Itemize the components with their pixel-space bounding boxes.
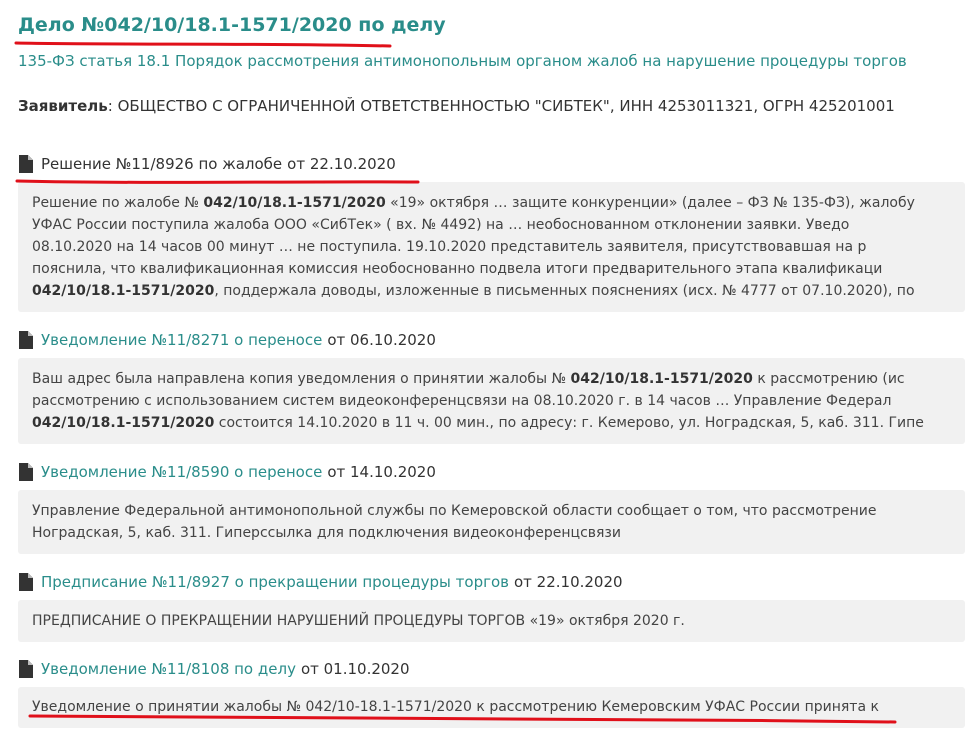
excerpt-text: УФАС России поступила жалоба ООО «СибТек…	[32, 217, 850, 233]
excerpt-text: рассмотрению с использованием систем вид…	[32, 393, 892, 409]
excerpt-text: Решение по жалобе №	[32, 195, 204, 211]
document-link[interactable]: Уведомление №11/8108 по делу	[41, 660, 296, 678]
excerpt-line: 08.10.2020 на 14 часов 00 минут … не пос…	[32, 236, 965, 258]
document-date: от 14.10.2020	[327, 463, 436, 481]
excerpt-text: к рассмотрению (ис	[752, 371, 905, 387]
excerpt-line: 042/10/18.1-1571/2020, поддержала доводы…	[32, 280, 965, 302]
excerpt-text: «19» октября … защите конкуренции» (дале…	[385, 195, 915, 211]
excerpt-text: Уведомление о принятии жалобы № 042/10-1…	[32, 699, 879, 715]
document-item: Уведомление №11/8108 по делу от 01.10.20…	[18, 658, 965, 728]
file-icon	[19, 660, 33, 678]
underline-case-title	[14, 41, 392, 48]
applicant-line: Заявитель: ОБЩЕСТВО С ОГРАНИЧЕННОЙ ОТВЕТ…	[18, 97, 965, 115]
excerpt-text: Ноградская, 5, каб. 311. Гиперссылка для…	[32, 525, 621, 541]
excerpt-line: Уведомление о принятии жалобы № 042/10-1…	[32, 696, 965, 718]
document-header: Уведомление №11/8590 о переносе от 14.10…	[18, 461, 965, 483]
excerpt-line: 042/10/18.1-1571/2020 состоится 14.10.20…	[32, 412, 965, 434]
document-excerpt: Управление Федеральной антимонопольной с…	[18, 490, 965, 554]
excerpt-text: пояснила, что квалификационная комиссия …	[32, 261, 883, 277]
document-item: Уведомление №11/8271 о переносе от 06.10…	[18, 329, 965, 444]
document-item: Решение №11/8926 по жалобе от 22.10.2020…	[18, 153, 965, 312]
document-date: от 01.10.2020	[300, 660, 410, 678]
document-link[interactable]: Предписание №11/8927 о прекращении проце…	[41, 573, 509, 591]
excerpt-case-number: 042/10/18.1-1571/2020	[203, 195, 386, 211]
excerpt-line: Управление Федеральной антимонопольной с…	[32, 500, 965, 522]
excerpt-text: состоится 14.10.2020 в 11 ч. 00 мин., по…	[214, 415, 924, 431]
case-title[interactable]: Дело №042/10/18.1-1571/2020 по делу	[18, 14, 446, 36]
file-icon	[19, 573, 33, 591]
case-title-link[interactable]: Дело №042/10/18.1-1571/2020 по делу	[18, 14, 446, 36]
excerpt-line: ПРЕДПИСАНИЕ О ПРЕКРАЩЕНИИ НАРУШЕНИЙ ПРОЦ…	[32, 610, 965, 632]
document-excerpt: Уведомление о принятии жалобы № 042/10-1…	[18, 687, 965, 728]
excerpt-text: ПРЕДПИСАНИЕ О ПРЕКРАЩЕНИИ НАРУШЕНИЙ ПРОЦ…	[32, 613, 685, 629]
document-header: Уведомление №11/8108 по делу от 01.10.20…	[18, 658, 965, 680]
file-icon	[19, 331, 33, 349]
excerpt-line: Решение по жалобе № 042/10/18.1-1571/202…	[32, 192, 965, 214]
document-header: Уведомление №11/8271 о переносе от 06.10…	[18, 329, 965, 351]
document-date: от 22.10.2020	[514, 573, 623, 591]
excerpt-text: Управление Федеральной антимонопольной с…	[32, 503, 877, 519]
excerpt-line: пояснила, что квалификационная комиссия …	[32, 258, 965, 280]
document-excerpt: Ваш адрес была направлена копия уведомле…	[18, 358, 965, 444]
document-header: Решение №11/8926 по жалобе от 22.10.2020	[18, 153, 965, 175]
document-excerpt: ПРЕДПИСАНИЕ О ПРЕКРАЩЕНИИ НАРУШЕНИЙ ПРОЦ…	[18, 600, 965, 642]
applicant-value: : ОБЩЕСТВО С ОГРАНИЧЕННОЙ ОТВЕТСТВЕННОСТ…	[107, 97, 895, 115]
document-date: от 06.10.2020	[327, 331, 436, 349]
excerpt-line: УФАС России поступила жалоба ООО «СибТек…	[32, 214, 965, 236]
document-excerpt: Решение по жалобе № 042/10/18.1-1571/202…	[18, 182, 965, 312]
excerpt-case-number: 042/10/18.1-1571/2020	[32, 283, 215, 299]
case-subtitle-link[interactable]: 135-ФЗ статья 18.1 Порядок рассмотрения …	[18, 52, 907, 70]
excerpt-text: 08.10.2020 на 14 часов 00 минут … не пос…	[32, 239, 867, 255]
excerpt-line: Ноградская, 5, каб. 311. Гиперссылка для…	[32, 522, 965, 544]
file-icon	[19, 463, 33, 481]
file-icon	[19, 155, 33, 173]
excerpt-text: Ваш адрес была направлена копия уведомле…	[32, 371, 571, 387]
excerpt-text: , поддержала доводы, изложенные в письме…	[214, 283, 915, 299]
document-link[interactable]: Решение №11/8926 по жалобе	[41, 155, 282, 173]
document-item: Уведомление №11/8590 о переносе от 14.10…	[18, 461, 965, 554]
case-subtitle[interactable]: 135-ФЗ статья 18.1 Порядок рассмотрения …	[18, 52, 965, 70]
document-link[interactable]: Уведомление №11/8590 о переносе	[41, 463, 322, 481]
applicant-label: Заявитель	[18, 97, 108, 115]
excerpt-case-number: 042/10/18.1-1571/2020	[570, 371, 753, 387]
excerpt-line: Ваш адрес была направлена копия уведомле…	[32, 368, 965, 390]
document-item: Предписание №11/8927 о прекращении проце…	[18, 571, 965, 642]
document-header: Предписание №11/8927 о прекращении проце…	[18, 571, 965, 593]
excerpt-case-number: 042/10/18.1-1571/2020	[32, 415, 215, 431]
document-link[interactable]: Уведомление №11/8271 о переносе	[41, 331, 322, 349]
document-date: от 22.10.2020	[287, 155, 396, 173]
excerpt-line: рассмотрению с использованием систем вид…	[32, 390, 965, 412]
